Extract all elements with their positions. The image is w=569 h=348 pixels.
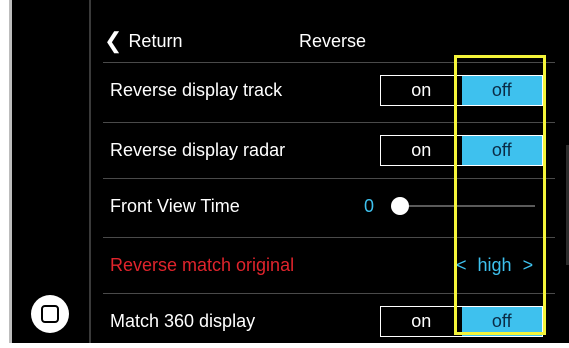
home-button[interactable] [31, 295, 69, 333]
toggle-on-option[interactable]: on [381, 136, 462, 165]
side-bar [12, 0, 89, 343]
toggle-off-option[interactable]: off [461, 76, 542, 105]
selector-prev-arrow[interactable]: < [456, 255, 467, 275]
setting-label: Reverse display radar [110, 140, 286, 160]
setting-label: Reverse display track [110, 80, 283, 100]
page-title: Reverse [299, 31, 367, 51]
return-button[interactable]: ❮ Return [104, 28, 182, 54]
setting-label: Match 360 display [110, 311, 256, 331]
match-360-display-toggle: on off [380, 306, 543, 337]
toggle-off-option[interactable]: off [461, 307, 542, 336]
setting-label: Reverse match original [110, 255, 295, 275]
setting-label: Front View Time [110, 196, 240, 216]
selector-next-arrow[interactable]: > [523, 255, 534, 275]
setting-row-reverse-match-original: Reverse match original < high > [103, 237, 555, 292]
front-view-time-value: 0 [364, 196, 375, 216]
settings-panel: ❮ Return Reverse Reverse display track o… [91, 0, 569, 343]
selector-value: high [477, 255, 512, 275]
reverse-display-radar-toggle: on off [380, 135, 543, 166]
return-label: Return [128, 30, 183, 51]
header: ❮ Return Reverse [91, 0, 569, 62]
setting-row-match-360-display: Match 360 display on off [103, 293, 555, 348]
left-edge [0, 0, 9, 343]
toggle-off-option[interactable]: off [461, 136, 542, 165]
toggle-on-option[interactable]: on [381, 76, 462, 105]
setting-row-front-view-time: Front View Time 0 [103, 178, 555, 233]
reverse-display-track-toggle: on off [380, 75, 543, 106]
chevron-left-icon: ❮ [104, 28, 123, 53]
toggle-on-option[interactable]: on [381, 307, 462, 336]
home-square-icon [41, 305, 59, 323]
setting-row-reverse-display-track: Reverse display track on off [103, 62, 555, 117]
front-view-time-slider-knob[interactable] [391, 197, 409, 215]
front-view-time-slider-track[interactable] [393, 205, 535, 207]
screen: ❮ Return Reverse Reverse display track o… [0, 0, 569, 343]
setting-row-reverse-display-radar: Reverse display radar on off [103, 122, 555, 177]
reverse-match-original-selector: < high > [456, 238, 533, 292]
